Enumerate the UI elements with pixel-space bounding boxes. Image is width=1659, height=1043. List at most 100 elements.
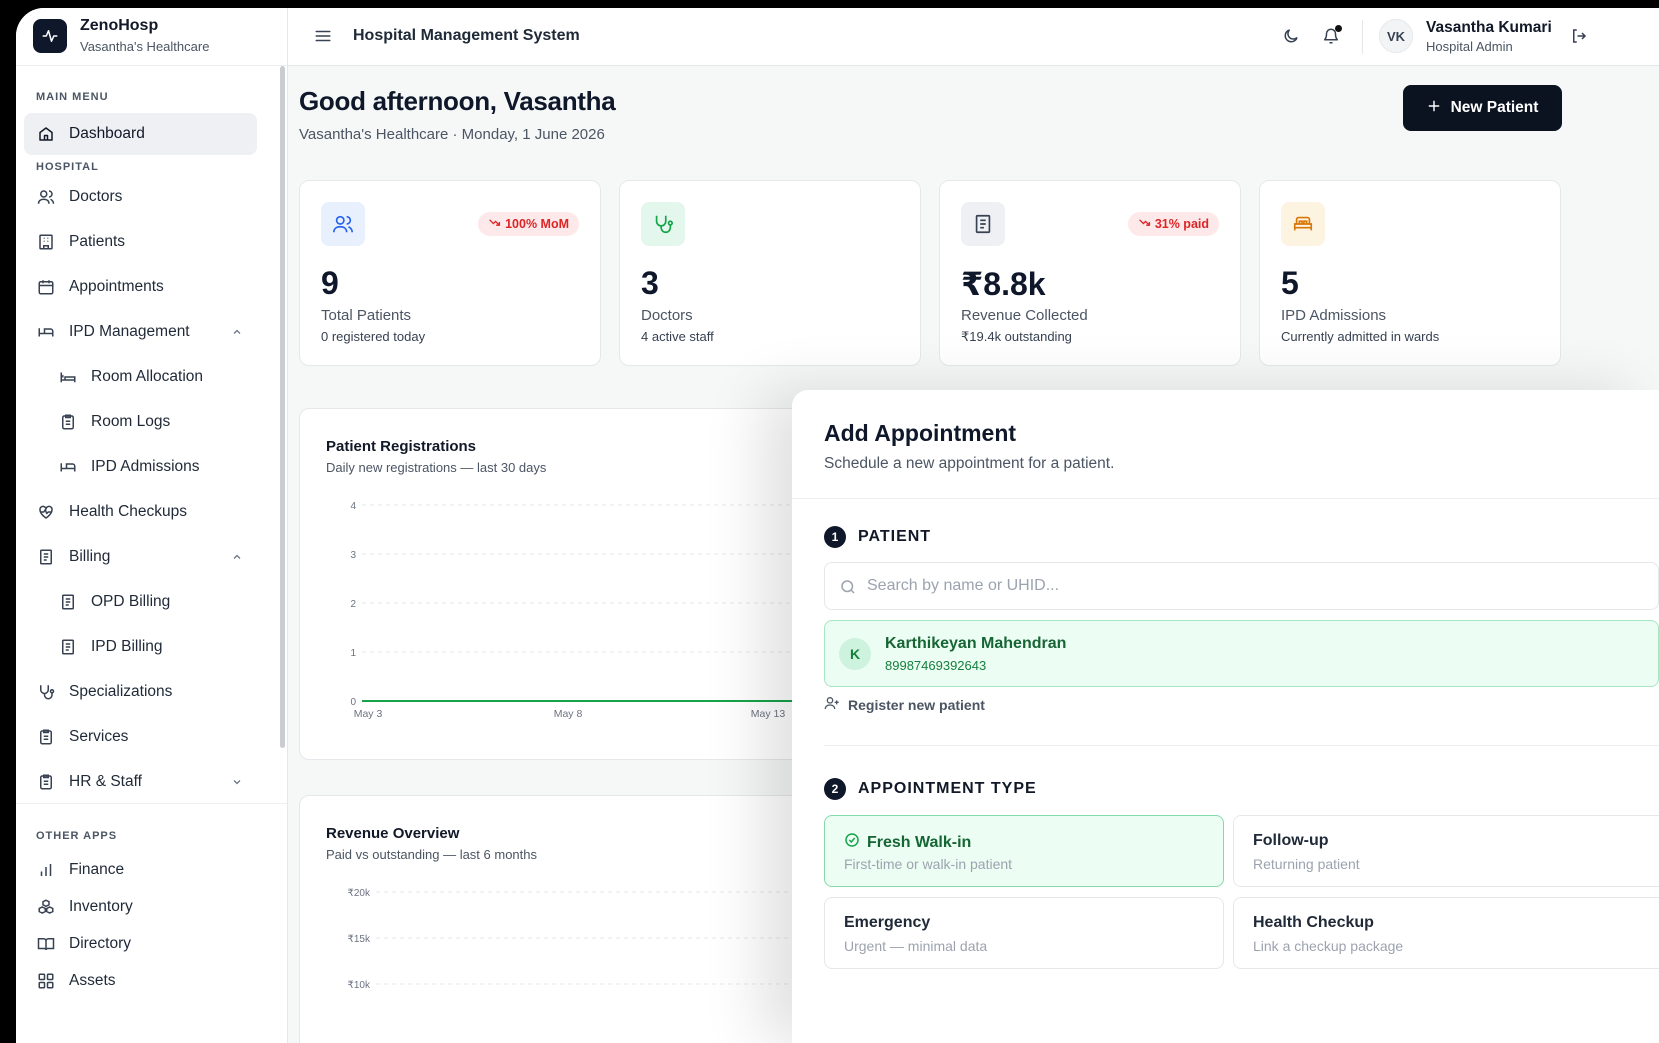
card-title: Revenue Overview — [326, 825, 460, 842]
registrations-chart: 0 1 2 3 4 May 3 May 8 May 13 — [350, 501, 800, 720]
app-title: Hospital Management System — [353, 27, 580, 44]
add-appointment-drawer: Add Appointment Schedule a new appointme… — [792, 390, 1659, 1043]
card-title: Patient Registrations — [326, 438, 477, 455]
step-number: 1 — [824, 526, 846, 548]
chevron-down-icon — [231, 775, 243, 787]
stat-label: Doctors — [641, 307, 693, 324]
revenue-chart: ₹20k ₹15k ₹10k — [348, 888, 800, 991]
sidebar-item-assets[interactable]: Assets — [24, 963, 257, 999]
sidebar-item-label: HR & Staff — [69, 773, 142, 790]
divider — [824, 745, 1659, 746]
users-icon — [37, 188, 55, 206]
y-tick-label: ₹20k — [348, 888, 371, 899]
stat-card-ipd[interactable]: 5 IPD Admissions Currently admitted in w… — [1259, 180, 1561, 366]
stat-card-doctors[interactable]: 3 Doctors 4 active staff — [619, 180, 921, 366]
stethoscope-icon — [37, 683, 55, 701]
bed-icon — [59, 458, 77, 476]
stat-label: Revenue Collected — [961, 307, 1088, 324]
calendar-icon — [37, 278, 55, 296]
sidebar-item-opd-billing[interactable]: OPD Billing — [46, 581, 257, 623]
logout-icon[interactable] — [1570, 27, 1588, 45]
notification-dot — [1335, 25, 1342, 32]
sidebar-item-patients[interactable]: Patients — [24, 221, 257, 263]
brand: ZenoHosp Vasantha's Healthcare — [16, 8, 287, 66]
sidebar-item-room-logs[interactable]: Room Logs — [46, 401, 257, 443]
home-icon — [37, 125, 55, 143]
type-follow-up[interactable]: Follow-up Returning patient — [1233, 815, 1659, 887]
stat-value: 3 — [641, 265, 659, 301]
sidebar-item-directory[interactable]: Directory — [24, 926, 257, 962]
sidebar-item-label: IPD Billing — [91, 638, 163, 655]
menu-icon[interactable] — [314, 27, 332, 45]
sidebar-item-ipd-admissions[interactable]: IPD Admissions — [46, 446, 257, 488]
trend-badge: 100% MoM — [478, 212, 579, 236]
stat-card-patients[interactable]: 100% MoM 9 Total Patients 0 registered t… — [299, 180, 601, 366]
chevron-up-icon — [231, 550, 243, 562]
grid-icon — [37, 972, 55, 990]
sidebar-item-services[interactable]: Services — [24, 716, 257, 758]
patient-search[interactable] — [824, 562, 1659, 610]
sidebar-item-dashboard[interactable]: Dashboard — [24, 113, 257, 155]
type-title: Emergency — [844, 914, 931, 931]
type-desc: Urgent — minimal data — [844, 938, 988, 954]
sidebar-item-label: IPD Admissions — [91, 458, 200, 475]
sidebar-item-finance[interactable]: Finance — [24, 852, 257, 888]
register-new-patient-link[interactable]: Register new patient — [824, 695, 985, 714]
stethoscope-icon — [641, 202, 685, 246]
sidebar-item-inventory[interactable]: Inventory — [24, 889, 257, 925]
type-emergency[interactable]: Emergency Urgent — minimal data — [824, 897, 1224, 969]
sidebar-item-billing[interactable]: Billing — [24, 536, 257, 578]
sidebar-item-doctors[interactable]: Doctors — [24, 176, 257, 218]
sidebar-item-label: Directory — [69, 935, 132, 952]
sidebar-item-hr-staff[interactable]: HR & Staff — [24, 761, 257, 803]
y-tick-label: 1 — [350, 648, 356, 659]
y-tick-label: 0 — [350, 697, 356, 708]
type-title: Fresh Walk-in — [867, 833, 972, 851]
new-patient-button[interactable]: New Patient — [1403, 85, 1562, 131]
patient-avatar: K — [839, 638, 871, 670]
building-icon — [37, 233, 55, 251]
sidebar: ZenoHosp Vasantha's Healthcare MAIN MENU… — [16, 8, 288, 1043]
search-input[interactable] — [867, 571, 1567, 601]
sidebar-item-room-allocation[interactable]: Room Allocation — [46, 356, 257, 398]
stat-label: IPD Admissions — [1281, 307, 1387, 324]
selected-patient[interactable]: K Karthikeyan Mahendran 89987469392643 — [824, 620, 1659, 687]
sidebar-item-ipd-management[interactable]: IPD Management — [24, 311, 257, 353]
x-tick-label: May 8 — [554, 708, 583, 720]
trend-down-icon — [488, 216, 501, 232]
book-icon — [37, 935, 55, 953]
sidebar-item-health-checkups[interactable]: Health Checkups — [24, 491, 257, 533]
drawer-title: Add Appointment — [824, 420, 1017, 446]
bed-icon — [1281, 202, 1325, 246]
patient-name: Karthikeyan Mahendran — [885, 635, 1067, 652]
step-label: APPOINTMENT TYPE — [858, 780, 1037, 797]
stat-value: 5 — [1281, 265, 1299, 301]
sidebar-item-appointments[interactable]: Appointments — [24, 266, 257, 308]
x-tick-label: May 3 — [354, 708, 383, 720]
y-tick-label: ₹15k — [348, 934, 371, 945]
hospital-label: HOSPITAL — [36, 161, 99, 173]
receipt-icon — [59, 638, 77, 656]
brand-name: ZenoHosp — [80, 17, 159, 34]
stat-sub: 4 active staff — [641, 329, 714, 344]
sidebar-item-label: Health Checkups — [69, 503, 188, 520]
type-fresh-walk-in[interactable]: Fresh Walk-in First-time or walk-in pati… — [824, 815, 1224, 887]
card-subtitle: Paid vs outstanding — last 6 months — [326, 847, 538, 862]
type-health-checkup[interactable]: Health Checkup Link a checkup package — [1233, 897, 1659, 969]
step-number: 2 — [824, 778, 846, 800]
register-label: Register new patient — [848, 696, 985, 713]
new-patient-label: New Patient — [1450, 99, 1539, 116]
sidebar-item-label: OPD Billing — [91, 593, 171, 610]
sidebar-scrollbar[interactable] — [280, 66, 285, 748]
trend-down-icon — [1138, 216, 1151, 232]
sidebar-item-label: Inventory — [69, 898, 133, 915]
stat-card-revenue[interactable]: 31% paid ₹8.8k Revenue Collected ₹19.4k … — [939, 180, 1241, 366]
plus-icon — [1427, 99, 1441, 118]
sidebar-item-specializations[interactable]: Specializations — [24, 671, 257, 713]
moon-icon[interactable] — [1282, 27, 1300, 45]
y-tick-label: 4 — [350, 501, 356, 512]
sidebar-item-label: Room Allocation — [91, 368, 204, 385]
sidebar-item-label: Doctors — [69, 188, 123, 205]
sidebar-item-ipd-billing[interactable]: IPD Billing — [46, 626, 257, 668]
avatar[interactable]: VK — [1379, 19, 1413, 53]
